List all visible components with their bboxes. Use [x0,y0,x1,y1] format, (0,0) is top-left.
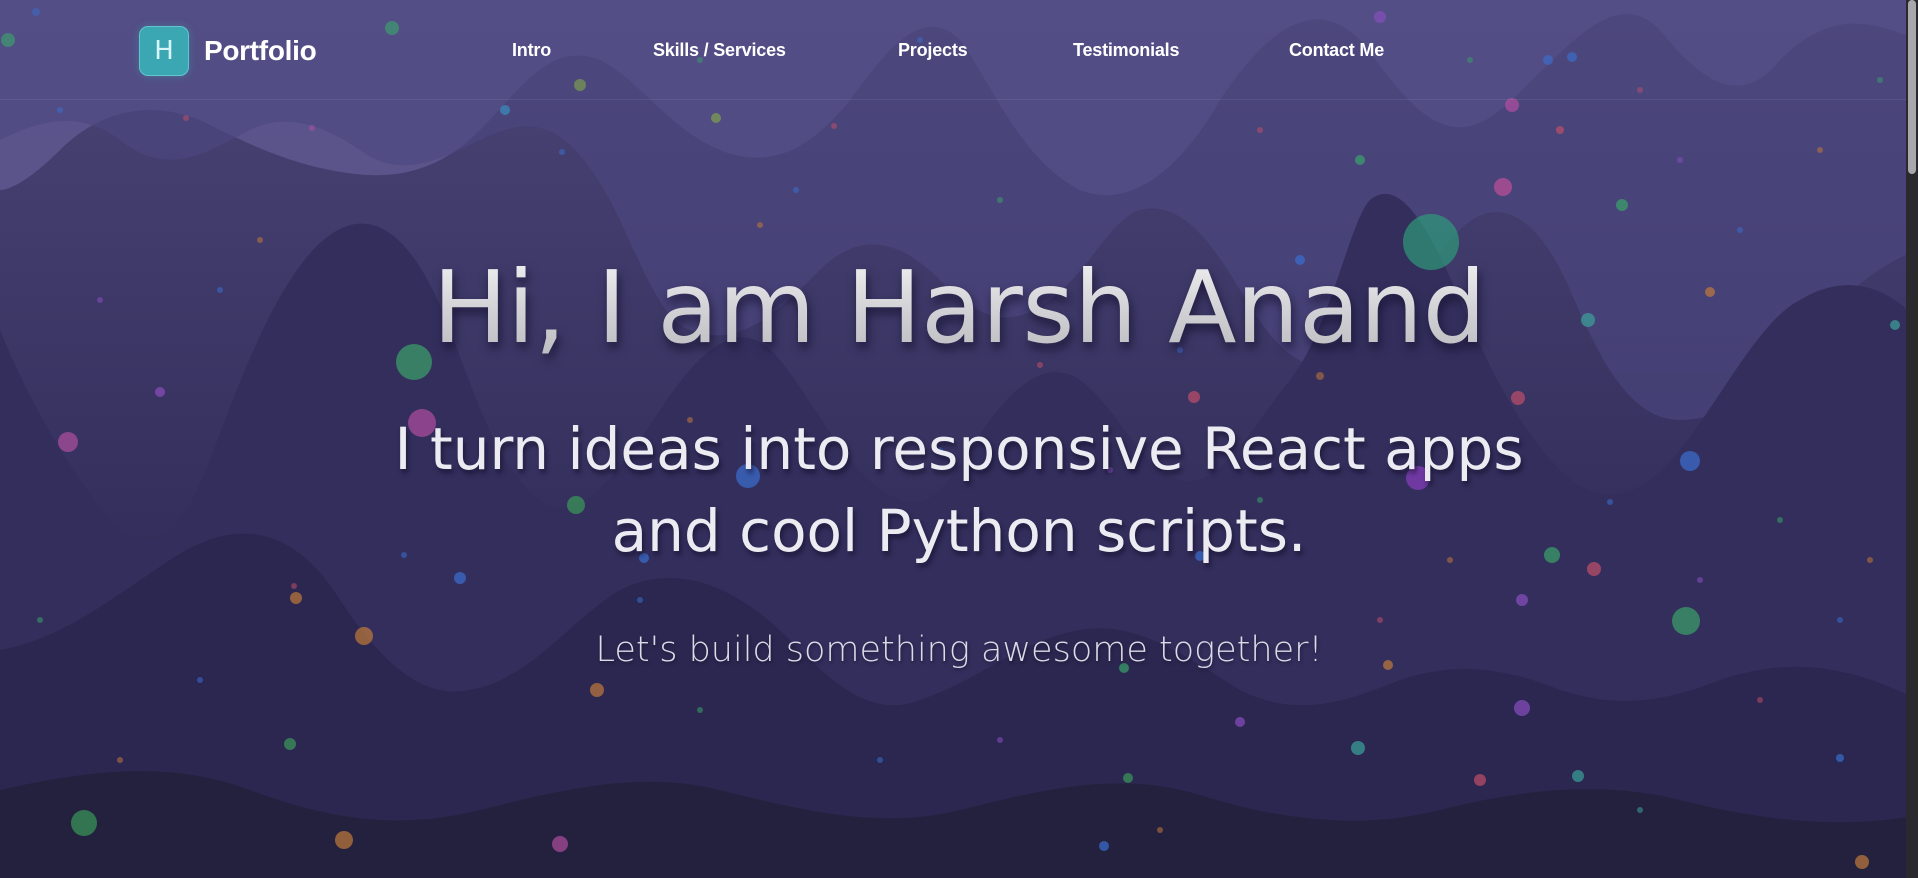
hero-section: Hi, I am Harsh Anand I turn ideas into r… [0,0,1906,878]
hero-title: Hi, I am Harsh Anand [0,250,1918,366]
portfolio-page: H Portfolio Intro Skills / Services Proj… [0,0,1918,878]
scrollbar-thumb[interactable] [1908,0,1916,174]
page-scrollbar[interactable] [1906,0,1918,878]
hero-subtitle: I turn ideas into responsive React apps … [394,415,1524,565]
hero-tagline: Let's build something awesome together! [595,630,1323,670]
